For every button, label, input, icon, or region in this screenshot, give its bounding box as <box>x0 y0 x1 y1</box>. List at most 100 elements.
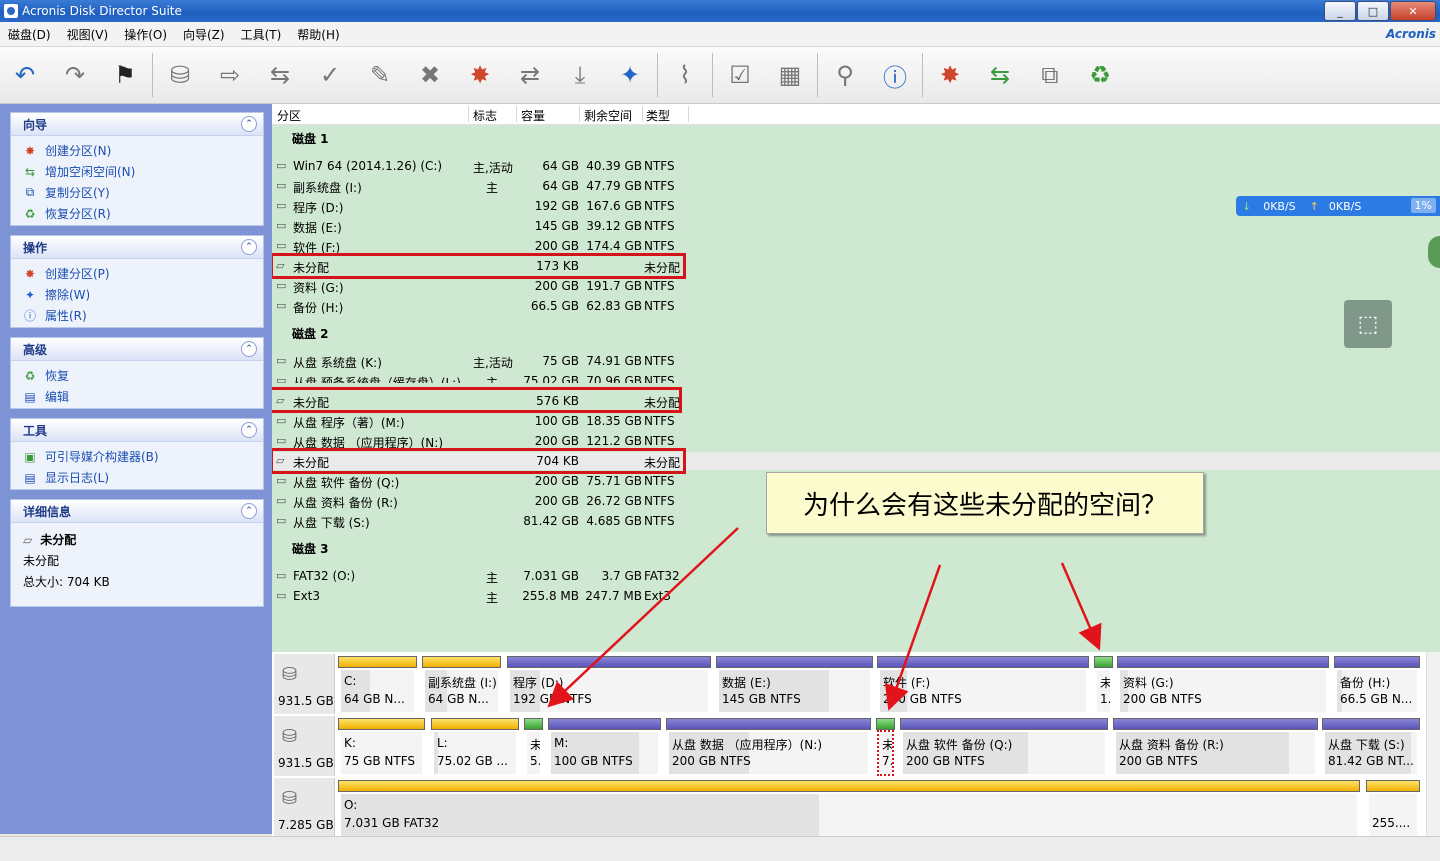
collapse-icon[interactable]: ⌃ <box>241 341 257 357</box>
partition-row[interactable]: ▭ FAT32 (O:) 主 7.031 GB 3.7 GB FAT32 <box>272 566 692 586</box>
app-icon <box>4 4 18 18</box>
partition-row[interactable]: ▭ 副系统盘 (I:) 主 64 GB 47.79 GB NTFS <box>272 176 692 196</box>
link-show-log[interactable]: ▤ 显示日志(L) <box>11 467 263 488</box>
partition-row[interactable]: ▭ 数据 (E:) 145 GB 39.12 GB NTFS <box>272 216 692 236</box>
partition-row[interactable]: ▭ 从盘 资料 备份 (R:) 200 GB 26.72 GB NTFS <box>272 491 692 511</box>
move-icon[interactable]: ⇨ <box>205 50 255 100</box>
map-unallocated-selected[interactable]: 未7.. <box>876 718 895 776</box>
map-part[interactable]: 程序 (D:) 192 GB NTFS <box>507 656 711 712</box>
link-recover-partition[interactable]: ♻ 恢复分区(R) <box>11 203 263 224</box>
undo-icon[interactable]: ↶ <box>0 50 50 100</box>
side-handle[interactable] <box>1428 236 1440 268</box>
redo-icon[interactable]: ↷ <box>50 50 100 100</box>
partition-row[interactable]: ▭ 从盘 预备系统盘（缓存盘）(L:) 主 75.02 GB 70.96 GB NTFS <box>272 371 692 383</box>
partition-icon: ▭ <box>276 279 287 292</box>
media-builder-icon: ▣ <box>24 449 36 464</box>
delete-icon[interactable]: ✖ <box>405 50 455 100</box>
menu-disk[interactable]: 磁盘(D) <box>0 26 59 43</box>
map-part[interactable]: 从盘 资料 备份 (R:) 200 GB NTFS <box>1113 718 1318 774</box>
map-part[interactable]: 从盘 下载 (S:) 81.42 GB NT... <box>1322 718 1420 774</box>
map-part[interactable]: 数据 (E:) 145 GB NTFS <box>716 656 873 712</box>
disk-map-scrollbar[interactable] <box>1426 652 1440 836</box>
toolbar: ↶ ↷ ⚑ ⛁ ⇨ ⇆ ✓ ✎ ✖ ✸ ⇄ ⤓ ✦ ⌇ ☑ ▦ ⚲ ⓘ ✸ ⇆ … <box>0 47 1440 104</box>
partition-row[interactable]: ▭ Win7 64 (2014.1.26) (C:) 主,活动 64 GB 40.39 … <box>272 156 692 176</box>
menu-help[interactable]: 帮助(H) <box>289 26 347 43</box>
collapse-icon[interactable]: ⌃ <box>241 422 257 438</box>
clean-icon[interactable]: ✦ <box>605 50 655 100</box>
col-partition[interactable]: 分区 <box>277 107 301 124</box>
map-part[interactable]: 副系统盘 (I:) 64 GB N... <box>422 656 501 712</box>
link-op-wipe[interactable]: ✦ 擦除(W) <box>11 284 263 305</box>
download-speed: 0KB/S <box>1263 199 1296 213</box>
disk1-label[interactable]: ⛁ 931.5 GB <box>274 654 335 714</box>
link-copy-partition[interactable]: ⧉ 复制分区(Y) <box>11 182 263 203</box>
format-icon[interactable]: ✎ <box>355 50 405 100</box>
menu-view[interactable]: 视图(V) <box>59 26 117 43</box>
menu-operation[interactable]: 操作(O) <box>116 26 175 43</box>
partition-row[interactable]: ▭ 备份 (H:) 66.5 GB 62.83 GB NTFS <box>272 296 692 316</box>
map-unallocated[interactable]: 未1.. <box>1094 656 1113 712</box>
partition-row[interactable]: ▭ 程序 (D:) 192 GB 167.6 GB NTFS <box>272 196 692 216</box>
menu-tools[interactable]: 工具(T) <box>233 26 290 43</box>
float-usb-icon[interactable]: ⬚ <box>1344 300 1392 348</box>
map-part[interactable]: 从盘 数据 （应用程序）(N:) 200 GB NTFS <box>666 718 871 774</box>
collapse-icon[interactable]: ⌃ <box>241 239 257 255</box>
maximize-button[interactable]: □ <box>1357 1 1389 21</box>
link-bootable-media[interactable]: ▣ 可引导媒介构建器(B) <box>11 446 263 467</box>
col-free[interactable]: 剩余空间 <box>584 107 632 124</box>
resize-icon[interactable]: ⛁ <box>155 50 205 100</box>
create-partition-icon[interactable]: ✸ <box>455 50 505 100</box>
partition-row[interactable]: ▭ Ext3 主 255.8 MB 247.7 MB Ext3 <box>272 586 692 606</box>
map-unallocated[interactable]: 未5.. <box>524 718 543 774</box>
col-flag[interactable]: 标志 <box>473 107 497 124</box>
network-speed-widget[interactable]: ↓ 0KB/S ↑ 0KB/S 1% <box>1236 196 1440 216</box>
link-add-free-space[interactable]: ⇆ 增加空闲空间(N) <box>11 161 263 182</box>
map-part[interactable]: C: 64 GB N... <box>338 656 417 712</box>
col-capacity[interactable]: 容量 <box>521 107 545 124</box>
map-part[interactable]: 从盘 软件 备份 (Q:) 200 GB NTFS <box>900 718 1108 774</box>
wizard-create-icon[interactable]: ✸ <box>925 50 975 100</box>
map-part[interactable]: 软件 (F:) 200 GB NTFS <box>877 656 1089 712</box>
map-part[interactable]: K: 75 GB NTFS <box>338 718 425 774</box>
link-create-partition[interactable]: ✸ 创建分区(N) <box>11 140 263 161</box>
commit-flag-icon[interactable]: ⚑ <box>100 50 150 100</box>
checkbox-icon[interactable]: ☑ <box>715 50 765 100</box>
convert-icon[interactable]: ⇄ <box>505 50 555 100</box>
partition-row[interactable]: ▭ 从盘 系统盘 (K:) 主,活动 75 GB 74.91 GB NTFS <box>272 351 692 371</box>
map-part[interactable]: 资料 (G:) 200 GB NTFS <box>1117 656 1329 712</box>
menu-wizard[interactable]: 向导(Z) <box>175 26 233 43</box>
disk2-label[interactable]: ⛁ 931.5 GB <box>274 716 335 776</box>
map-part[interactable]: 备份 (H:) 66.5 GB N... <box>1334 656 1420 712</box>
title-bar: Acronis Disk Director Suite _ □ ✕ <box>0 0 1440 22</box>
wizard-copy-icon[interactable]: ⧉ <box>1025 50 1075 100</box>
collapse-icon[interactable]: ⌃ <box>241 503 257 519</box>
defrag-icon[interactable]: ▦ <box>765 50 815 100</box>
brush-icon[interactable]: ⌇ <box>660 50 710 100</box>
wizard-space-icon[interactable]: ⇆ <box>975 50 1025 100</box>
check-icon[interactable]: ✓ <box>305 50 355 100</box>
info-icon[interactable]: ⓘ <box>870 50 920 100</box>
link-recover[interactable]: ♻ 恢复 <box>11 365 263 386</box>
disk-header: 磁盘 2 <box>292 327 329 341</box>
search-icon[interactable]: ⚲ <box>820 50 870 100</box>
split-icon[interactable]: ⇆ <box>255 50 305 100</box>
wizard-recover-icon[interactable]: ♻ <box>1075 50 1125 100</box>
group-title: 工具 <box>23 423 48 438</box>
minimize-button[interactable]: _ <box>1324 1 1356 21</box>
collapse-icon[interactable]: ⌃ <box>241 116 257 132</box>
map-part[interactable]: L: 75.02 GB ... <box>431 718 519 774</box>
link-edit[interactable]: ▤ 编辑 <box>11 386 263 407</box>
partition-row[interactable]: ▭ 资料 (G:) 200 GB 191.7 GB NTFS <box>272 276 692 296</box>
map-part[interactable]: 255.... <box>1366 780 1420 836</box>
close-button[interactable]: ✕ <box>1390 1 1436 21</box>
link-op-create[interactable]: ✸ 创建分区(P) <box>11 263 263 284</box>
col-type[interactable]: 类型 <box>646 107 670 124</box>
merge-icon[interactable]: ⤓ <box>555 50 605 100</box>
disk3-label[interactable]: ⛁ 7.285 GB <box>274 778 335 838</box>
map-part[interactable]: O: 7.031 GB FAT32 <box>338 780 1360 836</box>
partition-row[interactable]: ▭ 从盘 下载 (S:) 81.42 GB 4.685 GB NTFS <box>272 511 692 531</box>
map-part[interactable]: M: 100 GB NTFS <box>548 718 661 774</box>
link-op-properties[interactable]: ⓘ 属性(R) <box>11 305 263 326</box>
partition-row[interactable]: ▭ 从盘 程序（著）(M:) 100 GB 18.35 GB NTFS <box>272 411 692 431</box>
partition-row[interactable]: ▭ 从盘 软件 备份 (Q:) 200 GB 75.71 GB NTFS <box>272 471 692 491</box>
